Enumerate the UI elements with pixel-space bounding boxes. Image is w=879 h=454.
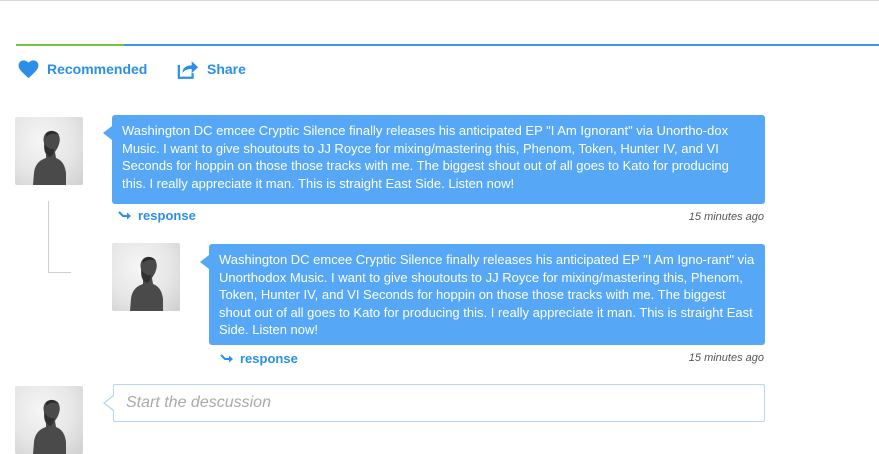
tab-underline-progress xyxy=(16,44,124,46)
avatar xyxy=(15,386,83,454)
timestamp: 15 minutes ago xyxy=(688,211,764,223)
share-icon xyxy=(177,59,199,80)
reply-arrow-icon xyxy=(118,208,132,223)
avatar xyxy=(15,117,83,185)
discussion-composer xyxy=(103,384,765,422)
reply-arrow-icon xyxy=(220,351,234,366)
bubble-tail xyxy=(103,126,112,140)
reply-text: Washington DC emcee Cryptic Silence fina… xyxy=(219,252,755,337)
comment-text: Washington DC emcee Cryptic Silence fina… xyxy=(122,123,729,191)
share-button[interactable]: Share xyxy=(177,58,246,80)
comment-bubble: Washington DC emcee Cryptic Silence fina… xyxy=(103,115,765,204)
response-link[interactable]: response xyxy=(118,208,196,223)
share-label: Share xyxy=(207,61,246,77)
response-link[interactable]: response xyxy=(220,351,298,366)
avatar xyxy=(112,243,180,311)
response-label: response xyxy=(138,208,196,223)
discussion-input[interactable] xyxy=(113,384,765,422)
bubble-tail xyxy=(200,255,209,269)
response-label: response xyxy=(240,351,298,366)
thread-line xyxy=(48,201,49,273)
timestamp: 15 minutes ago xyxy=(688,352,764,364)
recommended-button[interactable]: Recommended xyxy=(18,58,147,80)
reply-bubble: Washington DC emcee Cryptic Silence fina… xyxy=(200,244,765,345)
thread-line-branch xyxy=(48,272,71,273)
input-tail-fill xyxy=(105,396,114,410)
heart-icon xyxy=(18,59,39,79)
recommended-label: Recommended xyxy=(47,61,148,77)
tab-underline-track xyxy=(16,44,879,46)
top-border xyxy=(0,0,879,1)
